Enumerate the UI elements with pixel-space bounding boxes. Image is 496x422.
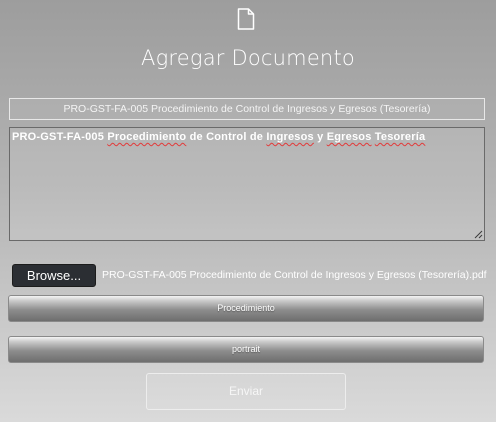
description-word: de [249,131,264,143]
resize-handle-icon[interactable] [474,230,483,239]
browse-button[interactable]: Browse... [12,264,96,287]
description-word: Control [206,131,247,143]
description-word: de [189,131,203,143]
description-textarea[interactable]: PRO-GST-FA-005 Procedimiento de Control … [9,127,485,241]
submit-button[interactable]: Enviar [146,373,346,410]
description-word: PRO-GST-FA-005 [12,131,105,143]
orientation-select[interactable]: portrait [8,336,484,363]
document-type-select[interactable]: Procedimiento [8,295,484,322]
document-icon [237,8,255,30]
file-input[interactable]: Browse... PRO-GST-FA-005 Procedimiento d… [8,262,487,288]
description-word: Procedimiento [107,131,187,143]
description-word: Egresos [326,131,372,143]
description-word: Tesorería [374,131,426,143]
selected-file-name: PRO-GST-FA-005 Procedimiento de Control … [102,269,487,281]
description-word: Ingresos [266,131,314,143]
description-word: y [317,131,324,143]
page-title: Agregar Documento [141,46,355,70]
title-input[interactable]: PRO-GST-FA-005 Procedimiento de Control … [9,98,485,120]
